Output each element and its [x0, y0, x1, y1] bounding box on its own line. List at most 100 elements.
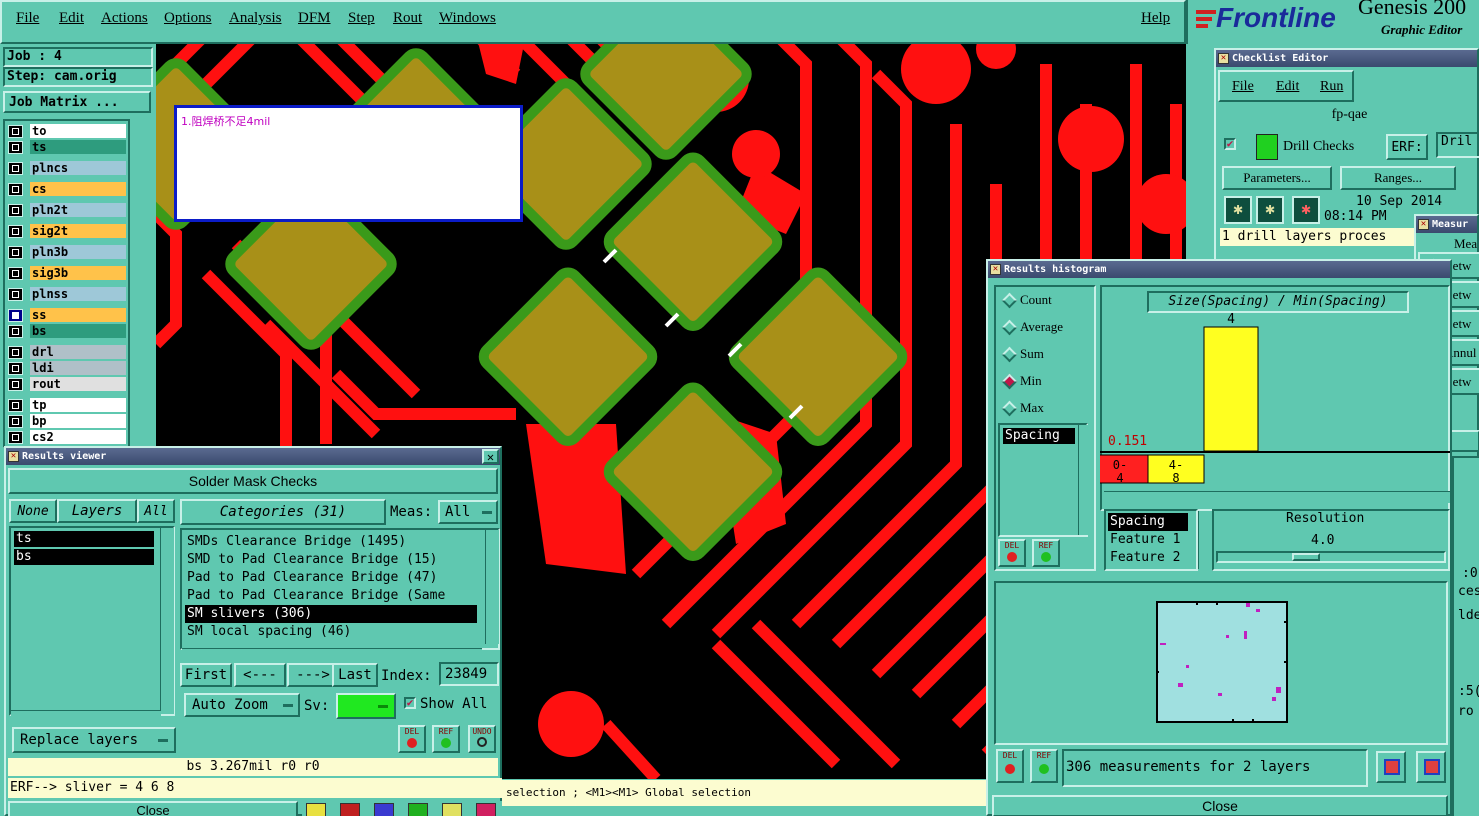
layer-checkbox[interactable]: [8, 246, 23, 259]
checklist-titlebar[interactable]: ✕ Checklist Editor: [1216, 50, 1477, 67]
erf-field[interactable]: Dril: [1436, 132, 1479, 158]
categories-list[interactable]: SMDs Clearance Bridge (1495) SMD to Pad C…: [180, 528, 500, 650]
meas-select[interactable]: All: [438, 500, 498, 524]
layer-name[interactable]: cs2: [30, 430, 126, 444]
show-all-checkbox[interactable]: ✔: [404, 697, 416, 709]
menu-windows[interactable]: Windows: [439, 10, 496, 27]
layers-button[interactable]: Layers: [57, 499, 137, 523]
layer-checkbox[interactable]: [8, 346, 23, 359]
prev-button[interactable]: <---: [234, 663, 286, 687]
job-matrix-button[interactable]: Job Matrix ...: [3, 91, 151, 113]
layer-row-bs[interactable]: bs: [8, 324, 126, 339]
feature-item[interactable]: Feature 1: [1108, 531, 1188, 549]
last-button[interactable]: Last: [332, 663, 378, 687]
layer-name[interactable]: tp: [30, 398, 126, 412]
layer-row-plncs[interactable]: plncs: [8, 161, 126, 176]
layer-row-sig2t[interactable]: sig2t: [8, 224, 126, 239]
layer-checkbox[interactable]: [8, 325, 23, 338]
auto-zoom-select[interactable]: Auto Zoom: [184, 693, 300, 717]
layer-row-drl[interactable]: drl: [8, 345, 126, 360]
layer-checkbox[interactable]: [8, 309, 23, 322]
hist-option-label[interactable]: Min: [1020, 373, 1042, 389]
window-menu-icon[interactable]: ✕: [1218, 53, 1229, 64]
toolbar-icon[interactable]: [306, 803, 326, 816]
layer-name[interactable]: drl: [30, 345, 126, 359]
run-icon-3[interactable]: ✱: [1292, 196, 1320, 224]
layer-checkbox[interactable]: [8, 362, 23, 375]
ranges-button[interactable]: Ranges...: [1340, 166, 1456, 190]
layer-checkbox[interactable]: [8, 415, 23, 428]
layer-name[interactable]: sig3b: [30, 266, 126, 280]
layer-checkbox[interactable]: [8, 378, 23, 391]
rv-layer-item[interactable]: bs: [14, 549, 154, 565]
menu-rout[interactable]: Rout: [393, 10, 422, 27]
layer-checkbox[interactable]: [8, 399, 23, 412]
window-menu-icon[interactable]: ✕: [990, 264, 1001, 275]
drill-check-checkbox[interactable]: ✔: [1224, 138, 1236, 150]
run-icon-1[interactable]: ✱: [1224, 196, 1252, 224]
resolution-slider-thumb[interactable]: [1292, 553, 1320, 561]
layer-checkbox[interactable]: [8, 431, 23, 444]
layer-row-rout[interactable]: rout: [8, 377, 126, 392]
sv-color-select[interactable]: [336, 693, 396, 719]
layer-name[interactable]: bs: [30, 324, 126, 338]
menu-dfm[interactable]: DFM: [298, 10, 331, 27]
layer-name[interactable]: sig2t: [30, 224, 126, 238]
layer-row-ts[interactable]: ts: [8, 140, 126, 155]
layer-row-cs2[interactable]: cs2: [8, 430, 126, 445]
layer-checkbox[interactable]: [8, 204, 23, 217]
layer-row-pln2t[interactable]: pln2t: [8, 203, 126, 218]
summary-del-button[interactable]: DEL: [996, 749, 1024, 783]
layer-row-pln3b[interactable]: pln3b: [8, 245, 126, 260]
export-icon-2[interactable]: [1416, 751, 1446, 783]
category-item[interactable]: SMDs Clearance Bridge (1495): [185, 533, 477, 551]
hist-option-label[interactable]: Sum: [1020, 346, 1044, 362]
checklist-menu-file[interactable]: File: [1232, 79, 1254, 95]
layer-name[interactable]: ts: [30, 140, 126, 154]
export-icon-1[interactable]: [1376, 751, 1406, 783]
solder-mask-checks-button[interactable]: Solder Mask Checks: [8, 468, 498, 494]
first-button[interactable]: First: [180, 663, 232, 687]
ref-icon-button[interactable]: REF: [432, 725, 460, 753]
menu-actions[interactable]: Actions: [101, 10, 148, 27]
layer-name[interactable]: pln2t: [30, 203, 126, 217]
hist-del-button[interactable]: DEL: [998, 539, 1026, 567]
categories-hscroll[interactable]: [182, 648, 482, 660]
resolution-slider[interactable]: [1216, 551, 1446, 563]
layer-results-vscroll[interactable]: [160, 528, 174, 714]
layer-name[interactable]: to: [30, 124, 126, 138]
feature-item[interactable]: Feature 2: [1108, 549, 1188, 567]
category-item[interactable]: SM local spacing (46): [185, 623, 477, 641]
undo-icon-button[interactable]: UNDO: [468, 725, 496, 753]
layer-checkbox[interactable]: [8, 267, 23, 280]
feature-item[interactable]: Spacing: [1108, 513, 1188, 531]
histogram-list[interactable]: Spacing: [998, 423, 1088, 537]
layer-checkbox[interactable]: [8, 288, 23, 301]
toolbar-icon[interactable]: [442, 803, 462, 816]
layer-list-scroll[interactable]: [128, 119, 153, 448]
parameters-button[interactable]: Parameters...: [1222, 166, 1332, 190]
layers-all-button[interactable]: All: [137, 499, 175, 523]
histogram-list-vscroll[interactable]: [1078, 425, 1092, 535]
measure-titlebar[interactable]: ✕ Measur: [1416, 216, 1477, 233]
layer-row-bp[interactable]: bp: [8, 414, 126, 429]
layer-checkbox[interactable]: [8, 183, 23, 196]
summary-ref-button[interactable]: REF: [1030, 749, 1058, 783]
layer-checkbox[interactable]: [8, 125, 23, 138]
del-icon-button[interactable]: DEL: [398, 725, 426, 753]
results-viewer-titlebar[interactable]: ✕ Results viewer: [6, 448, 500, 465]
hist-option-label[interactable]: Count: [1020, 292, 1052, 308]
category-item[interactable]: SM slivers (306): [185, 605, 477, 623]
layer-row-to[interactable]: to: [8, 124, 126, 139]
hist-option-label[interactable]: Max: [1020, 400, 1044, 416]
layer-row-tp[interactable]: tp: [8, 398, 126, 413]
board-preview[interactable]: [994, 581, 1448, 745]
run-icon-2[interactable]: ✱: [1256, 196, 1284, 224]
checklist-menu-edit[interactable]: Edit: [1276, 79, 1299, 95]
rv-layer-item[interactable]: ts: [14, 531, 154, 547]
hist-option-label[interactable]: Average: [1020, 319, 1063, 335]
layer-row-ss[interactable]: ss: [8, 308, 126, 323]
layer-row-sig3b[interactable]: sig3b: [8, 266, 126, 281]
layer-name[interactable]: pln3b: [30, 245, 126, 259]
category-item[interactable]: Pad to Pad Clearance Bridge (Same: [185, 587, 477, 605]
